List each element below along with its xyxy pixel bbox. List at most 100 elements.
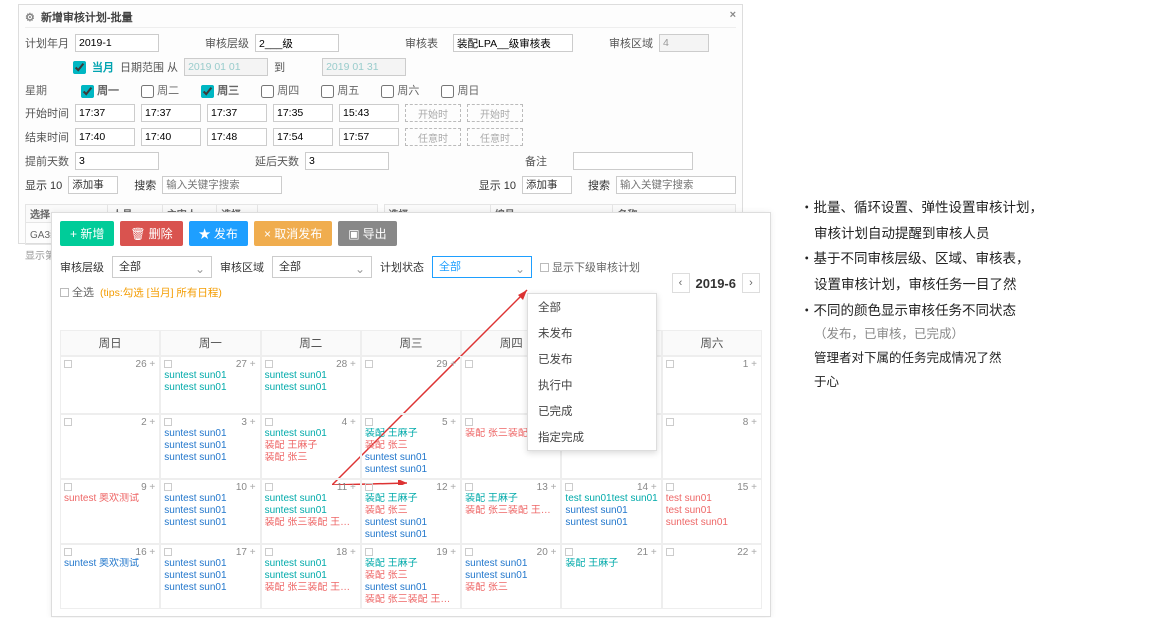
task-item[interactable]: 装配 王麻子 <box>365 558 457 570</box>
cell-checkbox[interactable] <box>365 418 373 426</box>
search-input-r[interactable] <box>616 176 736 194</box>
task-item[interactable]: suntest sun01 <box>265 505 357 517</box>
end-p1[interactable]: 任意时 <box>405 128 461 146</box>
ahead-input[interactable] <box>75 152 159 170</box>
task-item[interactable]: suntest sun01 <box>365 517 457 529</box>
cell-checkbox[interactable] <box>565 483 573 491</box>
task-item[interactable]: suntest sun01 <box>164 428 256 440</box>
cell-checkbox[interactable] <box>465 418 473 426</box>
task-item[interactable]: test sun01 <box>666 505 758 517</box>
start-t5[interactable] <box>339 104 399 122</box>
calendar-cell[interactable]: 13装配 王麻子装配 张三装配 王麻子 <box>461 479 561 544</box>
task-item[interactable]: suntest sun01 <box>265 382 357 394</box>
task-item[interactable]: 装配 张三 <box>265 452 357 464</box>
calendar-cell[interactable]: 17suntest sun01suntest sun01suntest sun0… <box>160 544 260 609</box>
task-item[interactable]: 装配 张三装配 王麻子 <box>265 582 357 594</box>
task-item[interactable]: 装配 张三 <box>465 582 557 594</box>
calendar-cell[interactable]: 11suntest sun01suntest sun01装配 张三装配 王麻子 <box>261 479 361 544</box>
task-item[interactable]: suntest sun01 <box>365 464 457 476</box>
sheet-input[interactable] <box>453 34 573 52</box>
calendar-cell[interactable]: 10suntest sun01suntest sun01suntest sun0… <box>160 479 260 544</box>
task-item[interactable]: 装配 张三 <box>365 440 457 452</box>
end-t4[interactable] <box>273 128 333 146</box>
task-item[interactable]: 装配 张三装配 王麻子 <box>465 505 557 517</box>
plan-month-input[interactable] <box>75 34 159 52</box>
task-item[interactable]: 装配 王麻子 <box>465 493 557 505</box>
calendar-cell[interactable]: 14test sun01test sun01suntest sun01sunte… <box>561 479 661 544</box>
calendar-cell[interactable]: 4suntest sun01装配 王麻子装配 张三 <box>261 414 361 479</box>
cell-checkbox[interactable] <box>666 360 674 368</box>
prev-month-button[interactable]: ‹ <box>672 273 690 293</box>
export-button[interactable]: ▣ 导出 <box>338 221 396 246</box>
chk-sun[interactable] <box>441 85 454 98</box>
start-t3[interactable] <box>207 104 267 122</box>
end-t2[interactable] <box>141 128 201 146</box>
calendar-cell[interactable]: 12装配 王麻子装配 张三suntest sun01suntest sun01 <box>361 479 461 544</box>
end-t5[interactable] <box>339 128 399 146</box>
cell-checkbox[interactable] <box>64 360 72 368</box>
chk-mon[interactable] <box>81 85 94 98</box>
task-item[interactable]: 装配 王麻子 <box>565 558 657 570</box>
end-t3[interactable] <box>207 128 267 146</box>
start-p2[interactable]: 开始时 <box>467 104 523 122</box>
task-item[interactable]: suntest sun01 <box>465 570 557 582</box>
calendar-cell[interactable]: 29 <box>361 356 461 414</box>
chk-wed[interactable] <box>201 85 214 98</box>
task-item[interactable]: suntest sun01 <box>164 570 256 582</box>
filter-status-select[interactable]: 全部 <box>432 256 532 278</box>
show-count-r[interactable]: 显示 10 <box>479 177 516 193</box>
date-from[interactable]: 2019 01 01 <box>184 58 268 76</box>
task-item[interactable]: suntest 奥欢测试 <box>64 558 156 570</box>
dropdown-option[interactable]: 执行中 <box>528 372 656 398</box>
delay-input[interactable] <box>305 152 389 170</box>
calendar-cell[interactable]: 22 <box>662 544 762 609</box>
task-item[interactable]: suntest sun01 <box>164 452 256 464</box>
chk-sat[interactable] <box>381 85 394 98</box>
month-checkbox[interactable] <box>73 61 86 74</box>
show-sub-checkbox[interactable]: 显示下级审核计划 <box>540 259 640 275</box>
filter-level-select[interactable]: 全部 <box>112 256 212 278</box>
calendar-cell[interactable]: 21装配 王麻子 <box>561 544 661 609</box>
calendar-cell[interactable]: 1 <box>662 356 762 414</box>
cell-checkbox[interactable] <box>666 418 674 426</box>
task-item[interactable]: suntest sun01 <box>265 570 357 582</box>
cell-checkbox[interactable] <box>565 548 573 556</box>
task-item[interactable]: suntest sun01 <box>365 582 457 594</box>
calendar-cell[interactable]: 15test sun01test sun01suntest sun01 <box>662 479 762 544</box>
end-t1[interactable] <box>75 128 135 146</box>
task-item[interactable]: suntest sun01 <box>265 428 357 440</box>
task-item[interactable]: 装配 张三装配 王麻子 <box>265 517 357 529</box>
next-month-button[interactable]: › <box>742 273 760 293</box>
sort-sel[interactable]: 添加事 <box>68 176 118 194</box>
unpublish-button[interactable]: × 取消发布 <box>254 221 332 246</box>
task-item[interactable]: suntest sun01 <box>265 558 357 570</box>
date-to[interactable]: 2019 01 31 <box>322 58 406 76</box>
task-item[interactable]: 装配 王麻子 <box>265 440 357 452</box>
calendar-cell[interactable]: 18suntest sun01suntest sun01装配 张三装配 王麻子 <box>261 544 361 609</box>
task-item[interactable]: suntest sun01 <box>465 558 557 570</box>
cell-checkbox[interactable] <box>265 418 273 426</box>
task-item[interactable]: suntest sun01 <box>164 493 256 505</box>
level-input[interactable] <box>255 34 339 52</box>
cell-checkbox[interactable] <box>365 483 373 491</box>
task-item[interactable]: suntest sun01 <box>365 452 457 464</box>
sort-sel-r[interactable]: 添加事 <box>522 176 572 194</box>
dropdown-option[interactable]: 已发布 <box>528 346 656 372</box>
cell-checkbox[interactable] <box>265 548 273 556</box>
end-p2[interactable]: 任意时 <box>467 128 523 146</box>
task-item[interactable]: 装配 王麻子 <box>365 493 457 505</box>
task-item[interactable]: suntest sun01 <box>164 517 256 529</box>
task-item[interactable]: suntest sun01 <box>164 505 256 517</box>
cell-checkbox[interactable] <box>265 483 273 491</box>
start-t2[interactable] <box>141 104 201 122</box>
cell-checkbox[interactable] <box>164 418 172 426</box>
calendar-cell[interactable]: 2 <box>60 414 160 479</box>
task-item[interactable]: suntest sun01 <box>164 370 256 382</box>
cell-checkbox[interactable] <box>666 483 674 491</box>
calendar-cell[interactable]: 28suntest sun01suntest sun01 <box>261 356 361 414</box>
filter-area-select[interactable]: 全部 <box>272 256 372 278</box>
select-all-checkbox[interactable]: 全选 <box>60 284 94 300</box>
cell-checkbox[interactable] <box>465 360 473 368</box>
task-item[interactable]: test sun01test sun01 <box>565 493 657 505</box>
calendar-cell[interactable]: 27suntest sun01suntest sun01 <box>160 356 260 414</box>
